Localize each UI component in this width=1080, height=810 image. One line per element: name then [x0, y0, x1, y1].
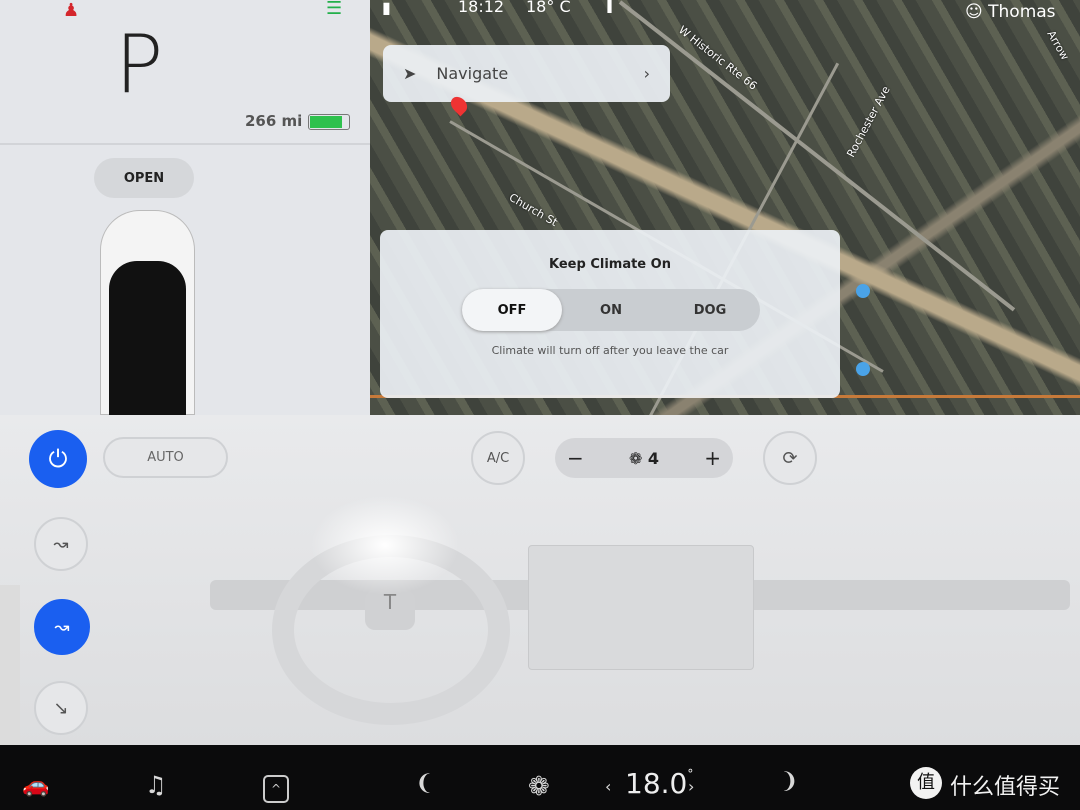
- watermark-logo: 值: [910, 767, 942, 799]
- fan-speed-value: 4: [647, 448, 660, 468]
- navigation-arrow-icon: ➤: [403, 64, 417, 83]
- gear-indicator: P: [115, 18, 164, 111]
- screen-illustration: [528, 545, 754, 670]
- passenger-seat-heater-icon[interactable]: ❩: [780, 769, 798, 794]
- airflow-face-icon: ↝: [53, 533, 69, 555]
- fan-increase-button[interactable]: +: [704, 446, 721, 470]
- power-icon: ⏻: [48, 445, 68, 473]
- driver-seat-heater-icon[interactable]: ❨: [415, 771, 433, 796]
- navigate-label: Navigate: [436, 64, 509, 83]
- outside-temp: 18° C: [526, 0, 571, 16]
- keep-climate-dialog: Keep Climate On OFF ON DOG Climate will …: [380, 230, 840, 398]
- headlight-icon: ☰: [326, 0, 343, 19]
- street-label: Arrow: [1044, 28, 1072, 63]
- cabin-temperature: 18.0°: [625, 767, 693, 800]
- map-pin-icon[interactable]: [856, 284, 870, 298]
- range-label: 266 mi: [245, 112, 303, 130]
- airflow-feet-icon: ↘: [53, 697, 69, 719]
- airflow-indicator: [310, 495, 460, 595]
- music-icon[interactable]: ♫: [145, 771, 167, 799]
- fan-icon: ❁: [628, 448, 643, 468]
- auto-button[interactable]: AUTO: [103, 437, 228, 478]
- option-off[interactable]: OFF: [462, 289, 562, 331]
- temperature-value: 18.0: [625, 767, 688, 800]
- fan-speed-control: − ❁ 4 +: [555, 438, 733, 478]
- user-profile[interactable]: ☺ Thomas: [965, 2, 1056, 22]
- navigate-search[interactable]: ➤ Navigate ›: [383, 45, 670, 102]
- car-icon[interactable]: 🚗: [22, 773, 49, 798]
- option-dog[interactable]: DOG: [660, 289, 760, 331]
- climate-panel: T ⏻ AUTO A/C − ❁ 4 + ⟳ ↝ ↝ ↘: [0, 415, 1080, 745]
- seatbelt-warning-icon: ♟: [63, 0, 80, 21]
- clock: 18:12: [458, 0, 505, 16]
- fan-icon[interactable]: ❁: [528, 772, 550, 802]
- dialog-title: Keep Climate On: [549, 257, 671, 272]
- climate-power-button[interactable]: ⏻: [29, 430, 87, 488]
- airflow-face-feet-button[interactable]: ↝: [34, 599, 90, 655]
- street-label: Church St: [506, 190, 560, 229]
- fan-decrease-button[interactable]: −: [567, 446, 584, 470]
- temp-increase-icon[interactable]: ›: [688, 777, 694, 796]
- battery-indicator: [308, 114, 350, 130]
- climate-mode-selector[interactable]: OFF ON DOG: [462, 289, 760, 331]
- option-on[interactable]: ON: [562, 289, 660, 331]
- airflow-face-button[interactable]: ↝: [34, 517, 88, 571]
- tesla-logo-icon[interactable]: T: [602, 0, 617, 19]
- ac-button[interactable]: A/C: [471, 431, 525, 485]
- user-name: Thomas: [988, 2, 1056, 22]
- app-launcher-icon[interactable]: ^: [263, 775, 289, 803]
- watermark-text: 什么值得买: [950, 775, 1061, 800]
- bottom-bar: 🚗 ♫ ^ ❨ ❁ ‹ 18.0° › ❩ 值 什么值得买: [0, 745, 1080, 810]
- car-top-view: [100, 210, 195, 416]
- user-icon: ☺: [965, 2, 989, 22]
- chevron-right-icon: ›: [643, 64, 650, 83]
- street-label: Rochester Ave: [844, 83, 893, 160]
- frunk-open-button[interactable]: OPEN: [94, 158, 194, 198]
- recirculate-button[interactable]: ⟳: [763, 431, 817, 485]
- phone-key-icon: ▮: [382, 0, 391, 17]
- tesla-logo-icon: T: [365, 590, 415, 630]
- temp-decrease-icon[interactable]: ‹: [605, 777, 611, 796]
- dialog-description: Climate will turn off after you leave th…: [491, 344, 729, 357]
- airflow-feet-button[interactable]: ↘: [34, 681, 88, 735]
- airflow-face-feet-icon: ↝: [54, 616, 70, 638]
- car-status-panel: ♟ ☰ P 266 mi OPEN: [0, 0, 370, 416]
- map-pin-icon[interactable]: [856, 362, 870, 376]
- recirculate-icon: ⟳: [782, 447, 798, 469]
